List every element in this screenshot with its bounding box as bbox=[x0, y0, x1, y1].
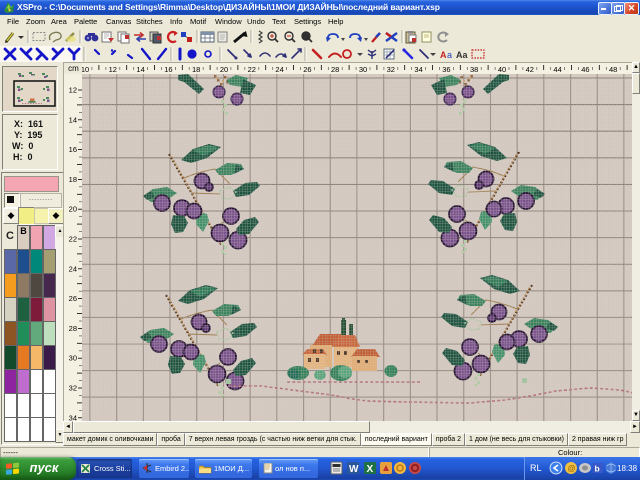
svg-text:34: 34 bbox=[69, 413, 77, 421]
svg-text:42: 42 bbox=[526, 65, 534, 74]
svg-text:24: 24 bbox=[69, 264, 77, 273]
svg-text:48: 48 bbox=[609, 65, 617, 74]
svg-text:18: 18 bbox=[69, 175, 77, 184]
svg-text:X: X bbox=[367, 464, 374, 475]
svg-text:22: 22 bbox=[248, 65, 256, 74]
svg-text:32: 32 bbox=[387, 65, 395, 74]
svg-text:38: 38 bbox=[470, 65, 478, 74]
svg-text:26: 26 bbox=[69, 294, 77, 303]
svg-text:40: 40 bbox=[498, 65, 506, 74]
svg-text:14: 14 bbox=[69, 115, 77, 124]
svg-text:16: 16 bbox=[69, 145, 77, 154]
svg-text:10: 10 bbox=[82, 65, 89, 74]
svg-text:28: 28 bbox=[331, 65, 339, 74]
svg-text:28: 28 bbox=[69, 324, 77, 333]
svg-text:12: 12 bbox=[109, 65, 117, 74]
svg-text:b: b bbox=[595, 464, 600, 474]
svg-text:30: 30 bbox=[69, 354, 77, 363]
svg-text:22: 22 bbox=[69, 235, 77, 244]
svg-text:32: 32 bbox=[69, 384, 77, 393]
svg-text:a: a bbox=[447, 50, 452, 60]
svg-text:18: 18 bbox=[192, 65, 200, 74]
svg-text:16: 16 bbox=[164, 65, 172, 74]
svg-text:Aa: Aa bbox=[456, 50, 468, 60]
svg-text:36: 36 bbox=[442, 65, 450, 74]
svg-text:W: W bbox=[349, 464, 359, 475]
svg-text:44: 44 bbox=[553, 65, 561, 74]
svg-text:24: 24 bbox=[275, 65, 283, 74]
svg-text:20: 20 bbox=[220, 65, 228, 74]
svg-text:46: 46 bbox=[581, 65, 589, 74]
svg-text:26: 26 bbox=[303, 65, 311, 74]
svg-text:20: 20 bbox=[69, 205, 77, 214]
svg-text:12: 12 bbox=[69, 86, 77, 95]
svg-text:@: @ bbox=[568, 464, 576, 473]
svg-text:A: A bbox=[440, 50, 447, 60]
svg-text:34: 34 bbox=[414, 65, 422, 74]
svg-text:14: 14 bbox=[136, 65, 144, 74]
svg-text:30: 30 bbox=[359, 65, 367, 74]
